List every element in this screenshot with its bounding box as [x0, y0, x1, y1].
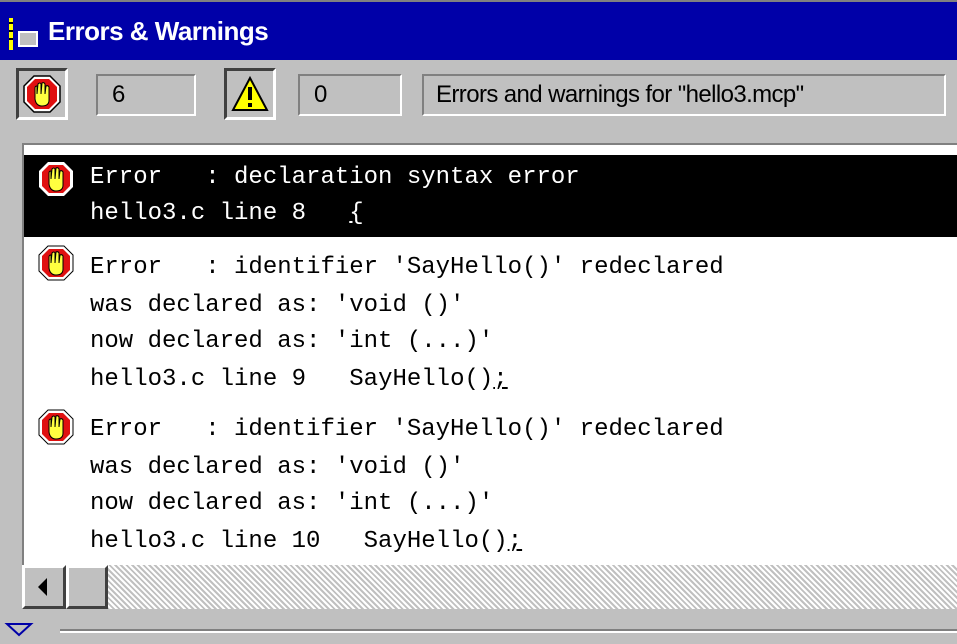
footer-bar	[0, 609, 957, 644]
message-text: Error : declaration syntax error	[90, 164, 580, 191]
location-text: hello3.c line 10	[90, 528, 321, 555]
stop-hand-icon	[38, 409, 74, 445]
error-caret: ;	[493, 366, 508, 393]
message-item[interactable]: Error : identifier 'SayHello()' redeclar…	[24, 239, 957, 399]
warning-triangle-icon	[231, 75, 269, 111]
error-count: 6	[96, 74, 196, 116]
warnings-toggle-button[interactable]	[224, 68, 276, 120]
status-text: Errors and warnings for "hello3.mcp"	[422, 74, 946, 116]
error-caret: {	[349, 200, 364, 227]
errors-toggle-button[interactable]	[16, 68, 68, 120]
collapse-triangle-icon[interactable]	[4, 621, 34, 639]
divider	[60, 629, 957, 633]
message-text: was declared as: 'void ()'	[90, 454, 465, 481]
toolbar: 6 0 Errors and warnings for "hello3.mcp"	[0, 60, 957, 140]
window-icon	[9, 18, 38, 50]
stop-hand-icon	[39, 162, 73, 196]
message-text: now declared as: 'int (...)'	[90, 328, 494, 355]
horizontal-scrollbar[interactable]	[22, 565, 957, 609]
stop-hand-icon	[38, 245, 74, 281]
message-text: Error : identifier 'SayHello()' redeclar…	[90, 416, 724, 443]
arrow-left-icon	[38, 578, 47, 596]
source-snippet: SayHello()	[363, 528, 508, 555]
source-snippet: SayHello()	[349, 366, 494, 393]
location-text: hello3.c line 8	[90, 200, 307, 227]
title-bar[interactable]: Errors & Warnings	[0, 0, 957, 60]
warning-count: 0	[298, 74, 402, 116]
message-item[interactable]: Error : declaration syntax error hello3.…	[24, 155, 957, 237]
window-title: Errors & Warnings	[48, 16, 269, 46]
message-list[interactable]: Error : declaration syntax error hello3.…	[22, 143, 957, 565]
message-location: hello3.c line 8 {	[90, 199, 364, 229]
location-text: hello3.c line 9	[90, 366, 307, 393]
stop-hand-icon	[23, 75, 61, 113]
message-text: now declared as: 'int (...)'	[90, 490, 494, 517]
message-text: was declared as: 'void ()'	[90, 292, 465, 319]
message-location: hello3.c line 10 SayHello();	[90, 527, 522, 557]
scroll-thumb[interactable]	[66, 565, 108, 609]
message-location: hello3.c line 9 SayHello();	[90, 365, 508, 395]
message-text: Error : identifier 'SayHello()' redeclar…	[90, 254, 724, 281]
scroll-left-button[interactable]	[22, 565, 66, 609]
error-caret: ;	[507, 528, 523, 555]
message-item[interactable]: Error : identifier 'SayHello()' redeclar…	[24, 403, 957, 565]
